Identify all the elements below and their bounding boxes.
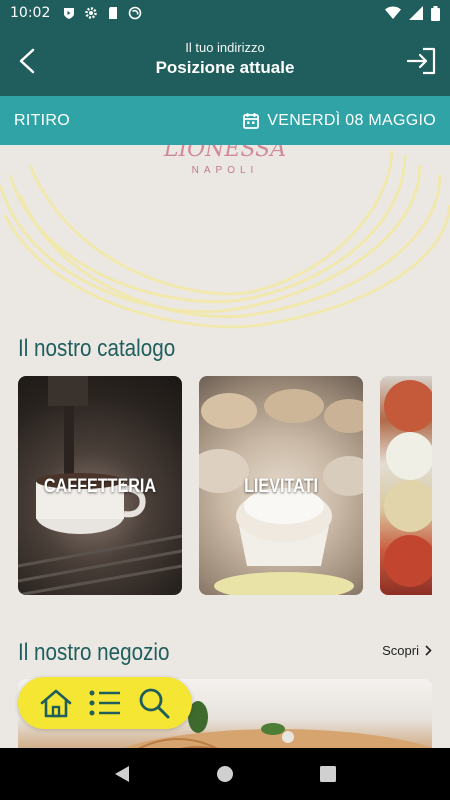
- system-recents-button[interactable]: [313, 759, 343, 789]
- back-button[interactable]: [14, 44, 44, 78]
- status-time: 10:02: [10, 5, 51, 21]
- address-title: Posizione attuale: [155, 58, 295, 77]
- login-icon: [406, 47, 436, 75]
- hero-banner: LIONESSA NAPOLI: [0, 145, 450, 335]
- home-button[interactable]: [38, 685, 74, 721]
- search-button[interactable]: [136, 685, 172, 721]
- battery-icon: [431, 5, 440, 21]
- shop-heading: Il nostro negozio: [18, 639, 170, 666]
- login-button[interactable]: [406, 46, 438, 76]
- order-options-bar: RITIRO VENERDÌ 08 MAGGIO: [0, 96, 450, 145]
- sd-card-icon: [109, 7, 118, 19]
- chevron-right-icon: [425, 645, 432, 656]
- bottom-quick-nav: [18, 677, 192, 729]
- no-disturb-icon: [129, 6, 142, 20]
- brand-logo: LIONESSA: [163, 145, 287, 162]
- category-card-partial[interactable]: [380, 376, 432, 595]
- pickup-mode[interactable]: RITIRO: [14, 112, 70, 130]
- triangle-back-icon: [114, 766, 129, 782]
- category-card-lievitati[interactable]: LIEVITATI: [199, 376, 363, 595]
- catalog-list-button[interactable]: [87, 685, 123, 721]
- circle-home-icon: [216, 766, 233, 782]
- discover-label: Scopri: [382, 643, 419, 658]
- system-nav-bar: [0, 748, 450, 800]
- status-bar: 10:02: [0, 0, 450, 26]
- list-icon: [89, 690, 120, 716]
- signal-icon: [409, 6, 423, 20]
- pickup-date: VENERDÌ 08 MAGGIO: [267, 111, 436, 129]
- home-icon: [41, 689, 72, 718]
- app-header: Il tuo indirizzo Posizione attuale: [0, 26, 450, 96]
- date-selector[interactable]: VENERDÌ 08 MAGGIO: [243, 112, 436, 130]
- search-icon: [139, 688, 170, 719]
- system-back-button[interactable]: [107, 759, 137, 789]
- address-label: Il tuo indirizzo: [185, 40, 265, 55]
- calendar-icon: [243, 113, 260, 129]
- brand-city: NAPOLI: [191, 165, 259, 176]
- category-label: LIEVITATI: [244, 476, 318, 497]
- catalog-carousel[interactable]: CAFFETTERIA LIEVITATI: [18, 376, 432, 596]
- settings-icon: [85, 7, 98, 19]
- back-arrow-icon: [19, 48, 35, 74]
- discover-link[interactable]: Scopri: [382, 643, 432, 658]
- address-block[interactable]: Il tuo indirizzo Posizione attuale: [80, 40, 370, 78]
- square-recents-icon: [320, 766, 337, 782]
- catalog-heading: Il nostro catalogo: [18, 335, 176, 362]
- main-content[interactable]: LIONESSA NAPOLI Il nostro catalogo CAFFE…: [0, 145, 450, 748]
- category-card-caffetteria[interactable]: CAFFETTERIA: [18, 376, 182, 595]
- wifi-icon: [385, 6, 401, 19]
- category-label: CAFFETTERIA: [43, 476, 157, 497]
- shield-app-icon: [64, 8, 75, 19]
- food-photo: [384, 380, 432, 587]
- system-home-button[interactable]: [210, 759, 240, 789]
